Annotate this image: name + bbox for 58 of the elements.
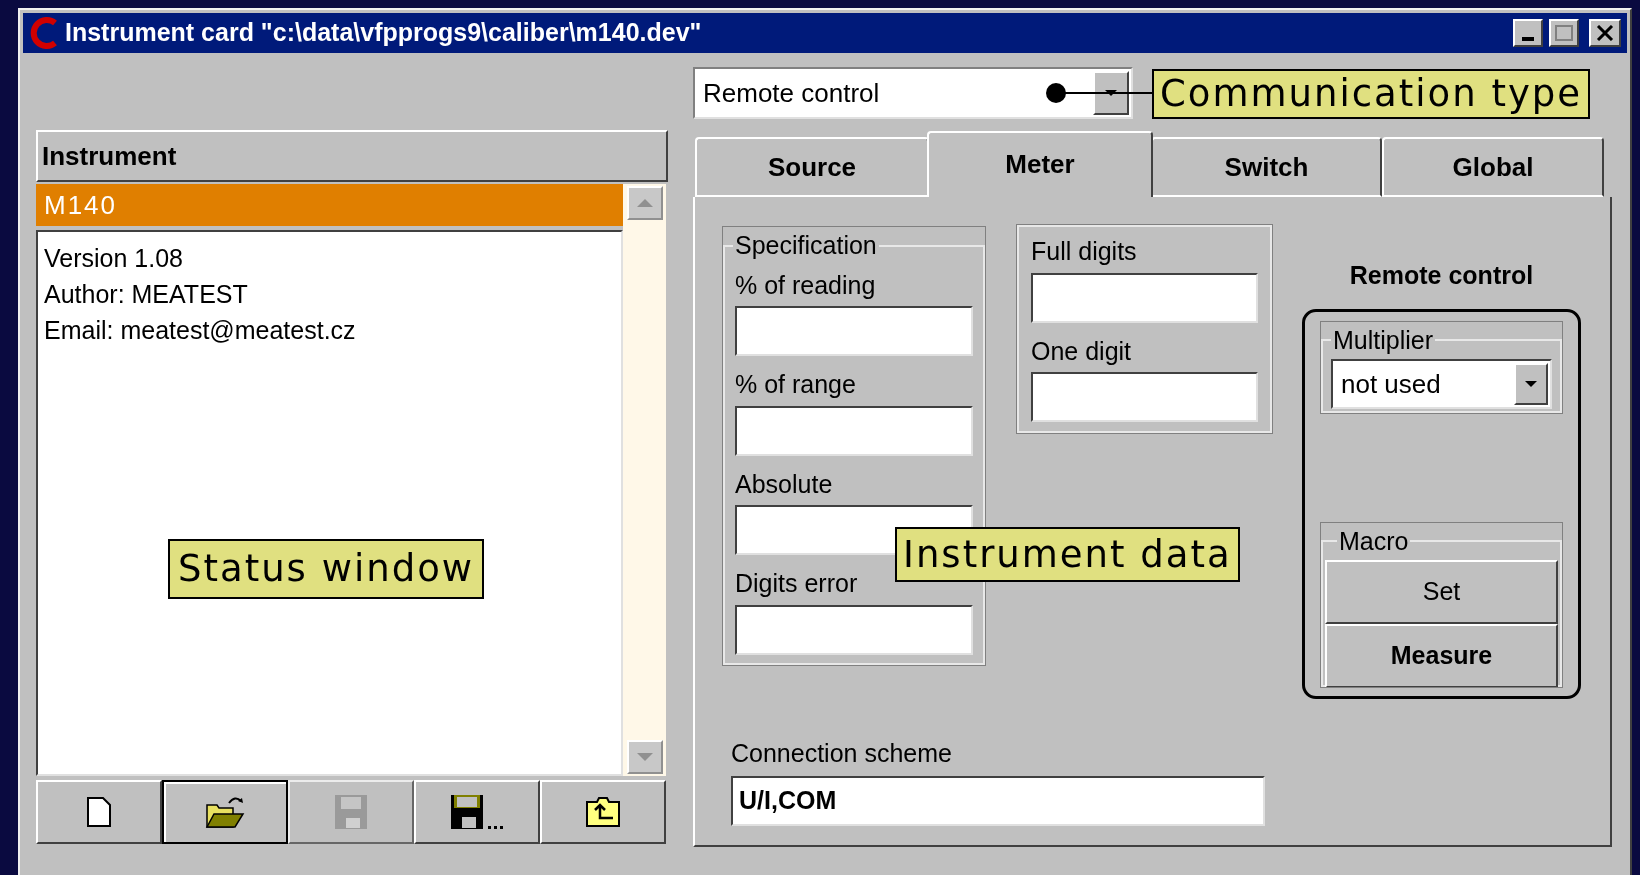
window-title: Instrument card "c:\data\vfpprogs9\caliber\m140.dev"	[65, 17, 702, 49]
open-folder-icon	[205, 795, 245, 829]
open-button[interactable]	[162, 780, 288, 844]
new-document-icon	[86, 796, 112, 828]
down-arrow-icon	[636, 753, 653, 761]
dropdown-arrow-button[interactable]	[1093, 71, 1129, 115]
field-label: One digit	[1031, 335, 1133, 367]
new-button[interactable]	[36, 780, 162, 844]
export-button[interactable]	[540, 780, 666, 844]
callout-tooltip: Instrument data	[895, 527, 1240, 582]
dropdown-value: Remote control	[703, 76, 881, 110]
caret-icon	[1105, 90, 1117, 96]
multiplier-dropdown[interactable]: not used	[1331, 359, 1552, 409]
scroll-down-button[interactable]	[626, 740, 663, 774]
input-field[interactable]	[735, 405, 973, 456]
input-field[interactable]	[735, 604, 973, 655]
field-label: % of range	[735, 369, 857, 400]
caret-icon	[1525, 381, 1537, 387]
maximize-icon	[1555, 25, 1573, 41]
dropdown-arrow-button[interactable]	[1514, 363, 1548, 405]
group-title: Specification	[734, 230, 878, 261]
macro-button[interactable]: Measure	[1325, 624, 1558, 688]
folder-up-icon	[585, 796, 621, 828]
field-label: Absolute	[735, 468, 834, 500]
app-logo-icon	[29, 17, 59, 49]
tab[interactable]: Source	[695, 137, 929, 197]
close-icon	[1596, 25, 1614, 41]
input-field[interactable]	[735, 306, 973, 356]
field-label: Connection scheme	[731, 737, 953, 769]
scroll-up-button[interactable]	[626, 186, 663, 220]
communication-dropdown[interactable]: Remote control	[693, 67, 1133, 119]
dropdown-value: not used	[1341, 367, 1442, 401]
input-field[interactable]	[1031, 372, 1258, 422]
save-as-button[interactable]	[414, 780, 540, 844]
up-arrow-icon	[636, 199, 653, 207]
field-label: Full digits	[1031, 236, 1138, 267]
status-line: Email: meatest@meatest.cz	[44, 315, 357, 346]
callout-tooltip: Communication type	[1152, 69, 1591, 119]
remote-control-heading: Remote control	[1349, 260, 1534, 291]
callout-tooltip: Status window	[168, 539, 485, 599]
minimize-icon	[1522, 37, 1534, 41]
floppy-disk-icon	[450, 794, 504, 830]
tab[interactable]: Switch	[1151, 137, 1382, 197]
input-field[interactable]	[1031, 272, 1258, 323]
maximize-button[interactable]	[1549, 19, 1579, 47]
group-title: Multiplier	[1332, 324, 1435, 356]
connection-scheme-field[interactable]: U/I,COM	[731, 776, 1265, 826]
macro-button[interactable]: Set	[1325, 560, 1558, 624]
field-label: Digits error	[735, 568, 859, 599]
status-line: Version 1.08	[44, 243, 184, 274]
group-title: Macro	[1338, 525, 1410, 557]
tab[interactable]: Meter	[927, 131, 1153, 197]
tab[interactable]: Global	[1382, 137, 1604, 197]
close-button[interactable]	[1589, 19, 1621, 47]
panel-header: Instrument	[36, 130, 668, 182]
field-label: % of reading	[735, 269, 877, 301]
minimize-button[interactable]	[1513, 19, 1543, 47]
status-line: Author: MEATEST	[44, 279, 249, 310]
